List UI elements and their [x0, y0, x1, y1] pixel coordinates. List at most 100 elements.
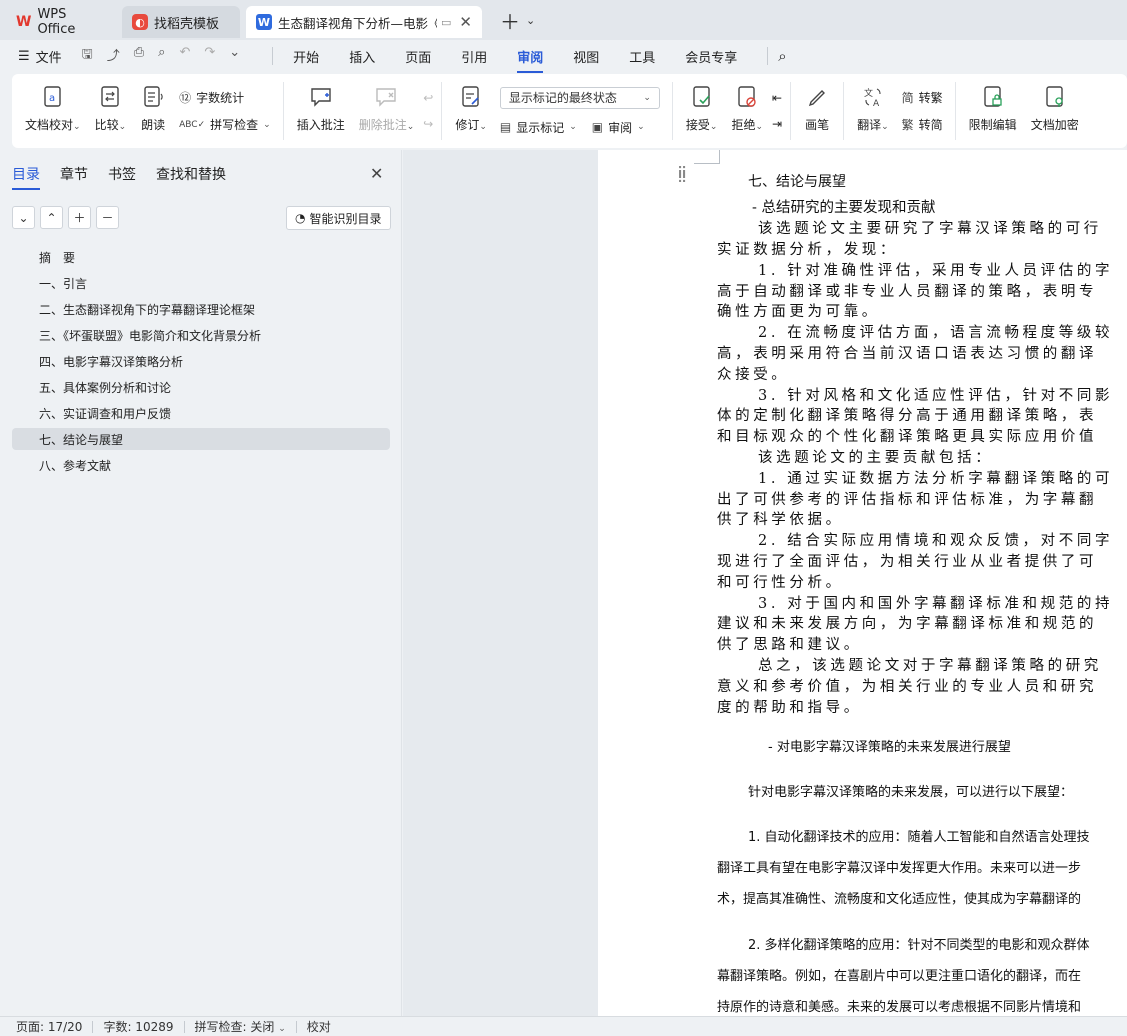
track-changes-button[interactable]: 修订⌄: [448, 74, 494, 148]
expand-icon[interactable]: ⌄: [12, 206, 35, 229]
pen-button[interactable]: 画笔: [797, 74, 837, 148]
body-line: 众接受。: [717, 367, 790, 383]
toc-item[interactable]: 六、实证调查和用户反馈: [12, 402, 390, 424]
proofread-indicator[interactable]: 校对: [307, 1018, 331, 1035]
word-count-button[interactable]: ⑫ 字数统计: [179, 89, 271, 106]
smart-toc-button[interactable]: ◔ 智能识别目录: [286, 206, 391, 230]
spell-check-indicator[interactable]: 拼写检查: 关闭 ⌄: [195, 1018, 286, 1035]
divider: [295, 1020, 297, 1033]
hamburger-icon: ☰: [18, 48, 30, 64]
show-markup-button[interactable]: ▤ 显示标记 ⌄: [500, 119, 577, 136]
pen-icon: [804, 84, 830, 110]
reject-button[interactable]: 拒绝⌄: [724, 74, 770, 148]
file-menu[interactable]: ☰ 文件: [18, 47, 62, 66]
smart-toc-icon: ◔: [295, 211, 306, 225]
menu-review[interactable]: 审阅: [517, 47, 544, 73]
next-revision-icon[interactable]: ⇥: [772, 117, 782, 131]
proofread-button[interactable]: a 文档校对⌄: [18, 74, 88, 148]
search-icon[interactable]: ⌕: [778, 47, 786, 65]
page-indicator[interactable]: 页面: 17/20: [16, 1018, 82, 1035]
markup-state-select[interactable]: 显示标记的最终状态 ⌄: [499, 86, 660, 109]
toc-item[interactable]: 四、电影字幕汉译策略分析: [12, 350, 390, 372]
chevron-down-icon[interactable]: ⌄: [526, 14, 535, 27]
collapse-icon[interactable]: ⌃: [40, 206, 63, 229]
toc-item[interactable]: 五、具体案例分析和讨论: [12, 376, 390, 398]
delete-comment-button[interactable]: 删除批注⌄: [352, 74, 422, 148]
add-level-icon[interactable]: ＋: [68, 206, 91, 229]
menu-insert[interactable]: 插入: [349, 47, 375, 66]
tab-bookmarks[interactable]: 书签: [108, 164, 136, 184]
toc-item[interactable]: 二、生态翻译视角下的字幕翻译理论框架: [12, 298, 390, 320]
delete-comment-label: 删除批注: [358, 118, 407, 132]
previous-comment-icon[interactable]: ↩: [423, 91, 433, 105]
toc-item[interactable]: 一、引言: [12, 272, 390, 294]
tab-template[interactable]: ◐ 找稻壳模板: [122, 6, 240, 38]
share-icon[interactable]: ⤴: [107, 45, 120, 67]
menu-page[interactable]: 页面: [405, 47, 431, 66]
spell-check-button[interactable]: ABC✓ 拼写检查 ⌄: [179, 116, 271, 133]
encrypt-document-button[interactable]: 文档加密: [1024, 74, 1086, 148]
translate-button[interactable]: 文A 翻译⌄: [850, 74, 896, 148]
tab-find-replace[interactable]: 查找和替换: [156, 164, 226, 184]
encrypt-document-label: 文档加密: [1030, 118, 1079, 132]
word-count-indicator[interactable]: 字数: 10289: [103, 1018, 173, 1035]
show-markup-icon: ▤: [499, 120, 512, 134]
monitor-icon: ▭: [441, 15, 452, 29]
previous-revision-icon[interactable]: ⇤: [772, 91, 782, 105]
review-pane-icon: ▣: [591, 120, 604, 134]
word-count-label: 字数统计: [196, 91, 245, 105]
encrypt-document-icon: [1042, 84, 1068, 110]
read-aloud-button[interactable]: 朗读: [133, 74, 173, 148]
menu-member[interactable]: 会员专享: [685, 47, 737, 66]
menu-reference[interactable]: 引用: [461, 47, 487, 66]
tab-toc[interactable]: 目录: [12, 164, 40, 190]
toc-list: 摘 要 一、引言 二、生态翻译视角下的字幕翻译理论框架 三、《坏蛋联盟》电影简介…: [12, 246, 390, 480]
body-line: 和可行性分析。: [717, 575, 844, 591]
toc-item[interactable]: 八、参考文献: [12, 454, 390, 476]
more-chevron-icon[interactable]: ⌄: [229, 45, 240, 67]
close-panel-icon[interactable]: ✕: [370, 164, 383, 183]
toc-item[interactable]: 三、《坏蛋联盟》电影简介和文化背景分析: [12, 324, 390, 346]
print-icon[interactable]: ⎙: [134, 45, 144, 67]
insert-comment-button[interactable]: 插入批注: [290, 74, 352, 148]
close-icon[interactable]: ✕: [459, 13, 472, 31]
word-count-icon: ⑫: [179, 91, 192, 105]
drag-handle-icon[interactable]: ⠿ ⠿: [677, 166, 687, 186]
tab-wps-office[interactable]: W WPS Office: [6, 6, 116, 38]
new-tab-plus-icon[interactable]: ＋: [500, 6, 520, 35]
review-pane-button[interactable]: ▣ 审阅 ⌄: [592, 119, 645, 136]
tab-label: 找稻壳模板: [154, 16, 220, 32]
compare-button[interactable]: 比较⌄: [88, 74, 134, 148]
body-line: 1. 通过实证数据方法分析字幕翻译策略的可: [758, 471, 1114, 487]
redo-icon[interactable]: ↷: [204, 45, 215, 67]
accept-button[interactable]: 接受⌄: [679, 74, 725, 148]
body-line: 持原作的诗意和美感。未来的发展可以考虑根据不同影片情境和: [717, 1000, 1082, 1015]
body-line: 建议和未来发展方向，为字幕翻译标准和规范的: [717, 616, 1098, 632]
tab-document[interactable]: W 生态翻译视角下分析—电影《 ▭ ✕: [246, 6, 482, 38]
accept-icon: [689, 84, 715, 110]
tab-title: 生态翻译视角下分析—电影《: [278, 15, 438, 31]
remove-level-icon[interactable]: －: [96, 206, 119, 229]
subheading-1: - 总结研究的主要发现和贡献: [752, 200, 936, 216]
save-icon[interactable]: 🖫: [82, 45, 93, 67]
tab-sections[interactable]: 章节: [60, 164, 88, 184]
print-preview-icon[interactable]: ⌕: [158, 45, 165, 67]
read-aloud-icon: [140, 84, 166, 110]
body-line: 度的帮助和指导。: [717, 700, 862, 716]
menu-start[interactable]: 开始: [293, 47, 319, 66]
to-traditional-button[interactable]: 简转繁: [902, 89, 943, 106]
restrict-editing-button[interactable]: 限制编辑: [962, 74, 1024, 148]
toc-item[interactable]: 摘 要: [12, 246, 390, 268]
menu-view[interactable]: 视图: [573, 47, 599, 66]
menu-tools[interactable]: 工具: [629, 47, 655, 66]
body-line: 3. 对于国内和国外字幕翻译标准和规范的持: [758, 596, 1114, 612]
toc-item-selected[interactable]: 七、结论与展望: [12, 428, 390, 450]
revision-nav: ⇤ ⇥: [770, 74, 784, 148]
to-simplified-button[interactable]: 繁转简: [902, 116, 943, 133]
undo-icon[interactable]: ↶: [179, 45, 190, 67]
translate-icon: 文A: [860, 84, 886, 110]
proofread-label: 文档校对: [25, 118, 74, 132]
translate-label: 翻译: [857, 118, 882, 132]
review-ribbon: a 文档校对⌄ 比较⌄ 朗读 ⑫ 字数统计 ABC✓ 拼写检查 ⌄ 插入批注 删除批注…: [12, 74, 1127, 148]
next-comment-icon[interactable]: ↪: [423, 117, 433, 131]
